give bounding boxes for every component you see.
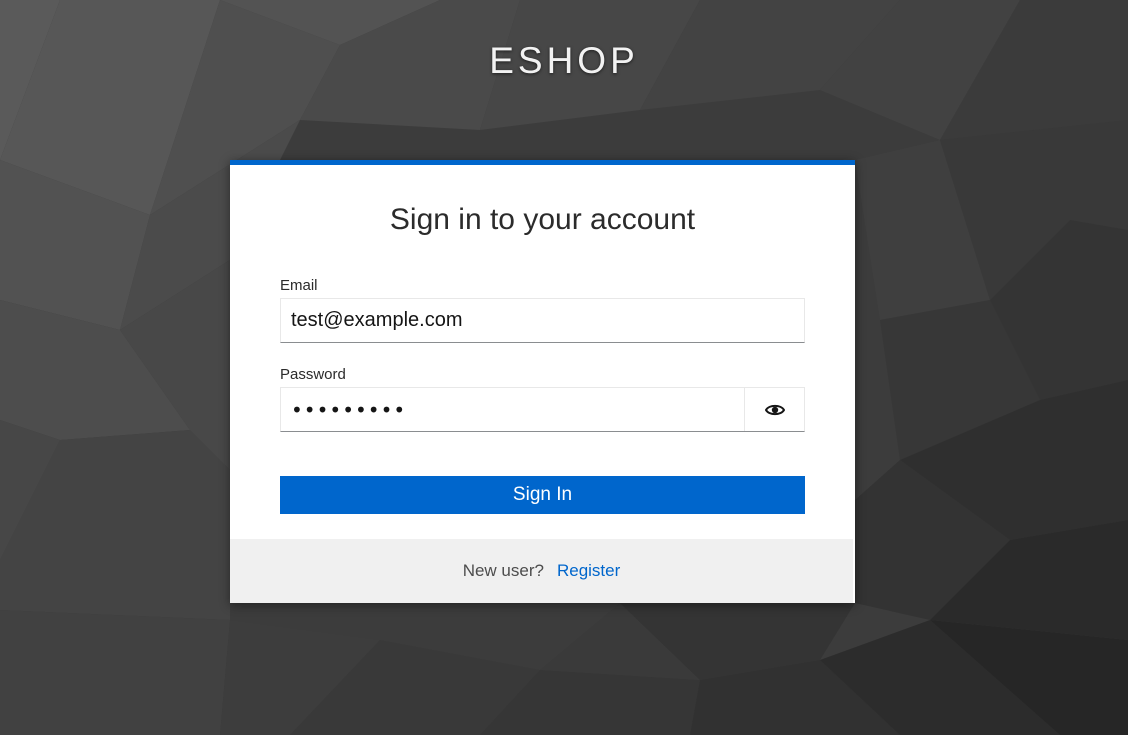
email-label: Email bbox=[280, 277, 318, 294]
new-user-text: New user? bbox=[462, 561, 544, 580]
page-title: Sign in to your account bbox=[389, 203, 696, 236]
sign-in-button[interactable]: Sign In bbox=[280, 476, 805, 514]
eye-icon bbox=[764, 404, 785, 415]
register-footer: New user? Register bbox=[230, 539, 853, 603]
register-link[interactable]: Register bbox=[557, 561, 620, 580]
password-group bbox=[280, 387, 805, 432]
password-field[interactable] bbox=[281, 388, 746, 431]
password-label: Password bbox=[280, 366, 346, 383]
show-password-button[interactable] bbox=[744, 388, 804, 431]
brand-title: ESHOP bbox=[489, 40, 639, 81]
login-card: Sign in to your account Email Password S… bbox=[230, 160, 855, 603]
email-field[interactable] bbox=[280, 298, 805, 343]
